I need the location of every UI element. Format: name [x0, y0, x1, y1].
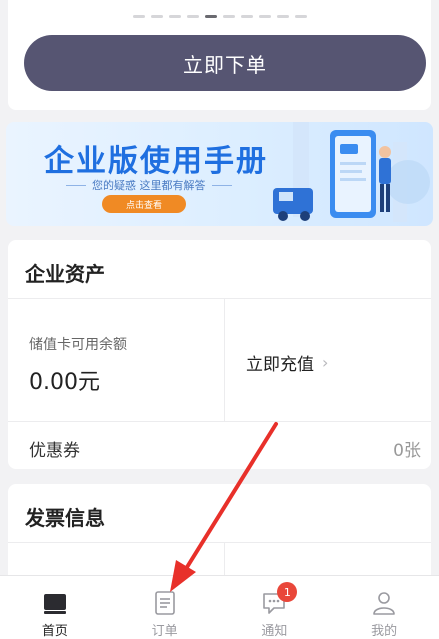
enterprise-assets-card: 企业资产 储值卡可用余额 0.00元 立即充值 › 优惠券 0张: [8, 240, 431, 469]
bottom-tab-bar: 首页 订单 1 通知 我的: [0, 575, 439, 639]
tab-orders[interactable]: 订单: [110, 576, 220, 639]
pager-dot: [294, 15, 307, 18]
pager-dot: [150, 15, 163, 18]
tab-profile[interactable]: 我的: [329, 576, 439, 639]
divider: [224, 298, 225, 421]
tab-label: 首页: [41, 624, 68, 639]
tab-home[interactable]: 首页: [0, 576, 110, 639]
enterprise-manual-banner[interactable]: 企业版使用手册 您的疑惑 这里都有解答 点击查看: [6, 122, 433, 226]
assets-title: 企业资产: [25, 262, 105, 286]
pager-dot: [168, 15, 181, 18]
tab-notifications[interactable]: 1 通知: [220, 576, 330, 639]
place-order-button[interactable]: 立即下单: [24, 35, 426, 91]
tab-label: 订单: [151, 624, 178, 639]
coupon-count: 0张: [393, 441, 421, 461]
banner-subtitle-text: 您的疑惑 这里都有解答: [92, 179, 206, 192]
order-card: 立即下单: [8, 0, 431, 110]
carousel-pager: [8, 15, 431, 18]
tab-label: 通知: [261, 624, 288, 639]
home-icon: [43, 594, 66, 614]
order-document-icon: [154, 591, 175, 615]
coupon-label[interactable]: 优惠券: [29, 436, 80, 461]
banner-illustration: [273, 122, 430, 222]
balance-value: 0.00元: [29, 370, 100, 395]
banner-subtitle: 您的疑惑 这里都有解答: [66, 177, 232, 193]
notification-badge: 1: [277, 582, 298, 602]
tab-label: 我的: [371, 624, 398, 639]
pager-dot: [186, 15, 199, 18]
pager-dot: [222, 15, 235, 18]
pager-dot: [276, 15, 289, 18]
pager-dot: [132, 15, 145, 18]
pager-dot: [258, 15, 271, 18]
banner-view-button[interactable]: 点击查看: [102, 195, 186, 213]
chevron-right-icon: ›: [322, 353, 329, 372]
divider: [8, 421, 431, 422]
recharge-button[interactable]: 立即充值 ›: [246, 350, 328, 375]
invoice-title: 发票信息: [25, 506, 105, 530]
user-icon: [373, 592, 395, 615]
balance-label: 储值卡可用余额: [29, 337, 127, 353]
pager-dot-active: [204, 15, 217, 18]
divider: [8, 542, 431, 543]
divider: [8, 298, 431, 299]
pager-dot: [240, 15, 253, 18]
recharge-label: 立即充值: [246, 355, 314, 375]
